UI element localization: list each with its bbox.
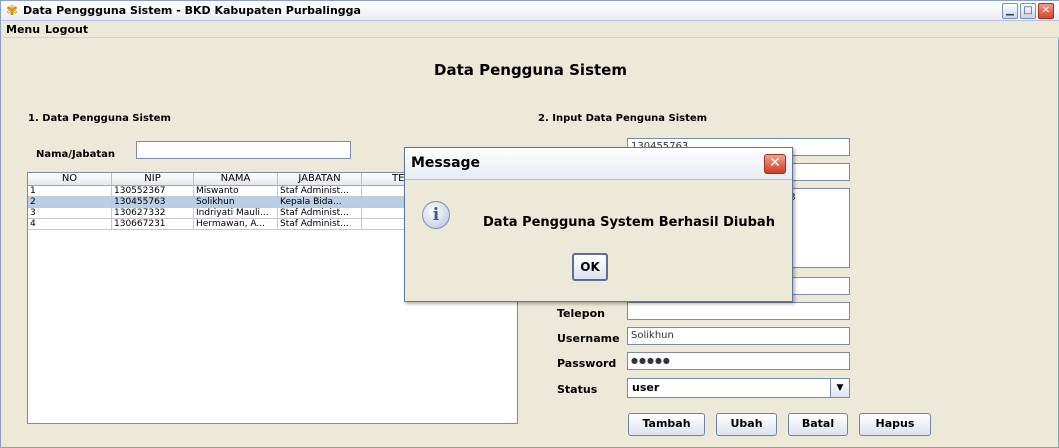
dialog-close-icon[interactable]: ✕ bbox=[764, 154, 786, 174]
section-title-data-pengguna: 1. Data Pengguna Sistem bbox=[28, 113, 171, 124]
telepon-field[interactable] bbox=[627, 302, 850, 320]
chevron-down-icon[interactable]: ▼ bbox=[830, 379, 849, 397]
cell-nip: 130455763 bbox=[112, 197, 194, 208]
status-selected-value: user bbox=[632, 381, 660, 394]
column-header-nama[interactable]: NAMA bbox=[194, 173, 278, 186]
maximize-button[interactable]: □ bbox=[1020, 3, 1036, 19]
cell-no: 1 bbox=[28, 186, 112, 197]
column-header-jabatan[interactable]: JABATAN bbox=[278, 173, 362, 186]
cell-nama: Miswanto bbox=[194, 186, 278, 197]
cell-jabatan: Staf Administ... bbox=[278, 208, 362, 219]
status-label: Status bbox=[557, 383, 598, 396]
cell-no: 4 bbox=[28, 219, 112, 230]
cell-nama: Solikhun bbox=[194, 197, 278, 208]
message-dialog: Message ✕ i Data Pengguna System Berhasi… bbox=[404, 147, 793, 302]
cell-no: 3 bbox=[28, 208, 112, 219]
cell-nip: 130552367 bbox=[112, 186, 194, 197]
menu-item-logout[interactable]: Logout bbox=[45, 23, 88, 36]
dialog-title-bar: Message ✕ bbox=[405, 148, 792, 180]
search-input[interactable] bbox=[136, 141, 351, 159]
menu-bar: Menu Logout bbox=[1, 21, 1059, 38]
column-header-no[interactable]: NO bbox=[28, 173, 112, 186]
cell-jabatan: Staf Administ... bbox=[278, 219, 362, 230]
minimize-button[interactable]: ▁ bbox=[1002, 3, 1018, 19]
cell-nip: 130627332 bbox=[112, 208, 194, 219]
tambah-button[interactable]: Tambah bbox=[628, 413, 705, 436]
ubah-button[interactable]: Ubah bbox=[716, 413, 777, 436]
app-window: ✾ Data Penggguna Sistem - BKD Kabupaten … bbox=[0, 0, 1059, 448]
section-title-input-data: 2. Input Data Penguna Sistem bbox=[538, 113, 708, 124]
page-title: Data Pengguna Sistem bbox=[434, 61, 627, 79]
column-header-nip[interactable]: NIP bbox=[112, 173, 194, 186]
app-icon: ✾ bbox=[6, 3, 18, 19]
telepon-label: Telepon bbox=[557, 307, 605, 320]
info-icon: i bbox=[422, 201, 450, 229]
status-select[interactable]: user ▼ bbox=[627, 378, 850, 398]
menu-item-menu[interactable]: Menu bbox=[6, 23, 40, 36]
cell-jabatan: Staf Administ... bbox=[278, 186, 362, 197]
search-label: Nama/Jabatan bbox=[36, 149, 115, 160]
cell-nama: Hermawan, A... bbox=[194, 219, 278, 230]
username-label: Username bbox=[557, 332, 620, 345]
password-field[interactable]: ●●●●● bbox=[627, 352, 850, 370]
hapus-button[interactable]: Hapus bbox=[859, 413, 931, 436]
ok-button[interactable]: OK bbox=[572, 253, 608, 281]
cell-nip: 130667231 bbox=[112, 219, 194, 230]
cell-no: 2 bbox=[28, 197, 112, 208]
window-title: Data Penggguna Sistem - BKD Kabupaten Pu… bbox=[23, 4, 361, 17]
cell-jabatan: Kepala Bida... bbox=[278, 197, 362, 208]
dialog-message: Data Pengguna System Berhasil Diubah bbox=[483, 215, 775, 230]
cell-nama: Indriyati Mauli... bbox=[194, 208, 278, 219]
batal-button[interactable]: Batal bbox=[788, 413, 848, 436]
password-label: Password bbox=[557, 357, 617, 370]
close-button[interactable]: ✕ bbox=[1038, 3, 1054, 19]
dialog-title: Message bbox=[411, 155, 481, 171]
title-bar: ✾ Data Penggguna Sistem - BKD Kabupaten … bbox=[1, 1, 1059, 21]
username-field[interactable]: Solikhun bbox=[627, 327, 850, 345]
